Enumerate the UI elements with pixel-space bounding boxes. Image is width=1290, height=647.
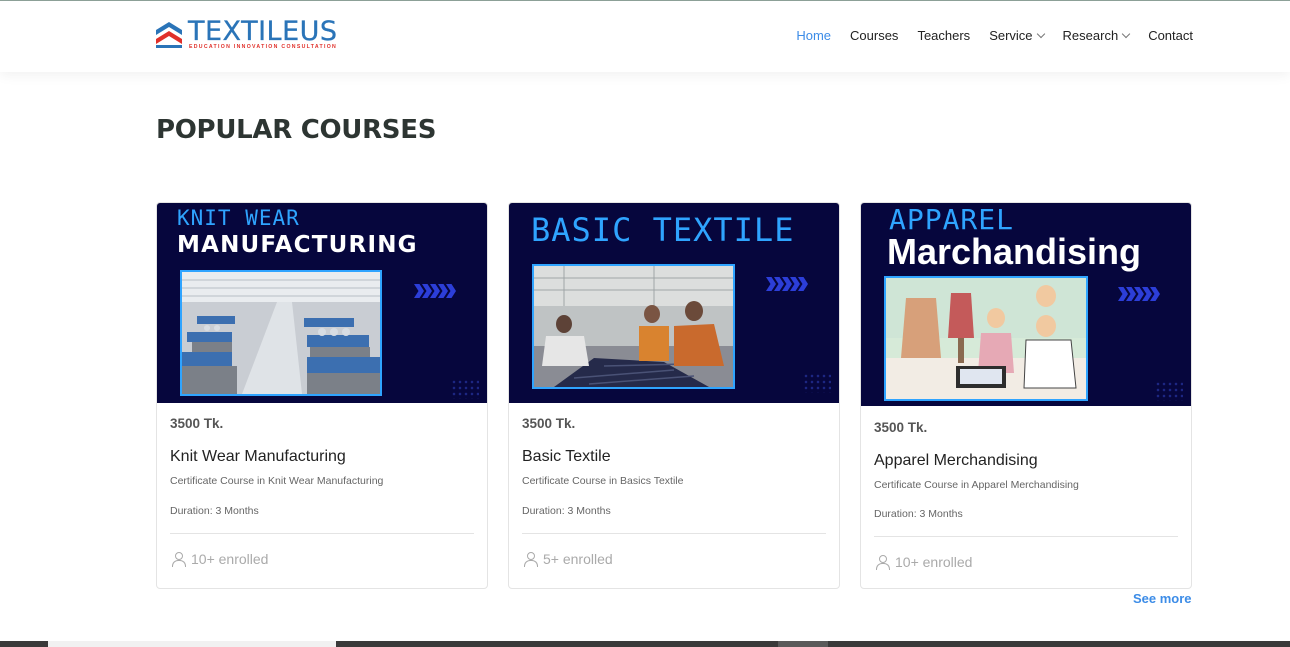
course-duration: Duration: 3 Months [874, 508, 963, 520]
user-icon [523, 552, 538, 567]
enrolled-count: 10+ enrolled [171, 551, 268, 567]
chevron-arrows-icon [414, 284, 456, 298]
course-card-knit-wear[interactable]: KNIT WEAR MANUFACTURING 3500 Tk. Knit We… [156, 202, 488, 589]
course-banner-image[interactable]: KNIT WEAR MANUFACTURING [157, 203, 487, 403]
course-banner-image[interactable]: BASIC TEXTILE [509, 203, 839, 403]
nav-teachers-label: Teachers [917, 28, 971, 43]
nav-contact[interactable]: Contact [1148, 28, 1193, 43]
site-header: TEXTILEUS EDUCATION INNOVATION CONSULTAT… [0, 1, 1290, 72]
chevron-arrows-icon [1118, 287, 1160, 301]
course-duration: Duration: 3 Months [170, 505, 259, 517]
course-title[interactable]: Basic Textile [522, 448, 611, 466]
footer-block [48, 641, 336, 647]
workers-photo [532, 264, 735, 389]
nav-home-label: Home [796, 28, 832, 43]
logo-tagline: EDUCATION INNOVATION CONSULTATION [189, 44, 338, 50]
banner-line1: BASIC TEXTILE [531, 211, 795, 249]
logo-mark-icon [156, 22, 182, 48]
banner-line2: MANUFACTURING [177, 232, 418, 258]
section-title: POPULAR COURSES [156, 115, 437, 145]
course-banner-image[interactable]: APPAREL Marchandising [861, 203, 1191, 406]
course-title[interactable]: Knit Wear Manufacturing [170, 448, 346, 466]
logo-wordmark: TEXTILEUS [188, 16, 338, 47]
chevron-down-icon [1036, 29, 1045, 38]
card-divider [522, 533, 826, 534]
user-icon [171, 552, 186, 567]
nav-home[interactable]: Home [796, 28, 831, 43]
merchandising-illustration [884, 276, 1088, 401]
nav-teachers[interactable]: Teachers [917, 28, 970, 43]
enrolled-label: 10+ enrolled [895, 554, 973, 570]
footer-block [778, 641, 828, 647]
enrolled-count: 10+ enrolled [875, 554, 972, 570]
course-title[interactable]: Apparel Merchandising [874, 452, 1038, 470]
user-icon [875, 555, 890, 570]
dot-pattern-icon [803, 373, 831, 393]
main-nav: Home Courses Teachers Service Research C… [777, 28, 1193, 43]
course-duration: Duration: 3 Months [522, 505, 611, 517]
nav-courses-label: Courses [850, 28, 899, 43]
course-card-basic-textile[interactable]: BASIC TEXTILE 3500 Tk. Basic Textile Cer… [508, 202, 840, 589]
footer-edge [0, 641, 1290, 647]
dot-pattern-icon [451, 379, 479, 399]
course-price: 3500 Tk. [874, 420, 928, 435]
banner-line1: KNIT WEAR [177, 206, 300, 230]
banner-line2: Marchandising [887, 231, 1142, 272]
course-description: Certificate Course in Apparel Merchandis… [874, 479, 1079, 491]
enrolled-label: 5+ enrolled [543, 551, 613, 567]
course-price: 3500 Tk. [522, 416, 576, 431]
enrolled-count: 5+ enrolled [523, 551, 613, 567]
card-divider [170, 533, 474, 534]
nav-courses[interactable]: Courses [850, 28, 898, 43]
chevron-arrows-icon [766, 277, 808, 291]
nav-service[interactable]: Service [989, 28, 1045, 43]
nav-contact-label: Contact [1148, 28, 1193, 43]
card-divider [874, 536, 1178, 537]
site-logo[interactable]: TEXTILEUS EDUCATION INNOVATION CONSULTAT… [155, 16, 375, 53]
course-description: Certificate Course in Basics Textile [522, 475, 684, 487]
nav-research[interactable]: Research [1062, 28, 1131, 43]
nav-research-label: Research [1062, 28, 1119, 43]
course-card-apparel-merchandising[interactable]: APPAREL Marchandising 3500 Tk. Apparel M… [860, 202, 1192, 589]
see-more-link[interactable]: See more [1133, 591, 1192, 606]
dot-pattern-icon [1155, 381, 1183, 401]
enrolled-label: 10+ enrolled [191, 551, 269, 567]
factory-photo [180, 270, 382, 396]
course-price: 3500 Tk. [170, 416, 224, 431]
course-description: Certificate Course in Knit Wear Manufact… [170, 475, 384, 487]
nav-service-label: Service [989, 28, 1033, 43]
chevron-down-icon [1121, 29, 1131, 38]
